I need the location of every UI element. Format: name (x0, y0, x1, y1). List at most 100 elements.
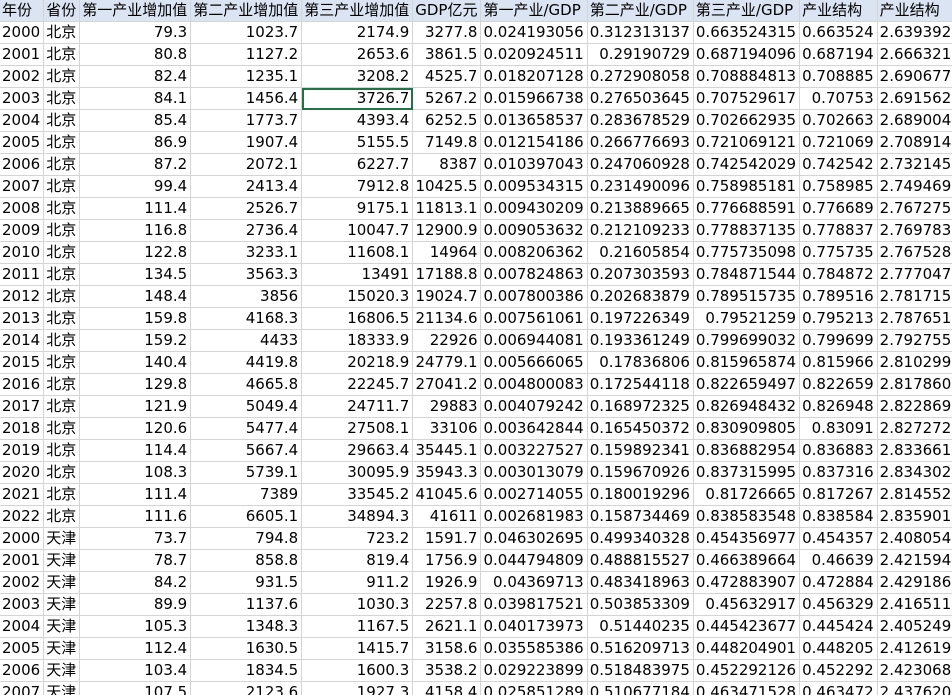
grid-cell[interactable]: 4168.3 (190, 307, 303, 330)
grid-cell[interactable]: 天津 (43, 615, 81, 638)
grid-cell[interactable]: 0.826948 (799, 395, 878, 418)
grid-cell[interactable]: 0.663524315 (693, 21, 801, 44)
grid-cell[interactable]: 3233.1 (190, 241, 303, 264)
grid-cell[interactable]: 2007 (0, 681, 45, 695)
grid-cell[interactable]: 120.6 (79, 417, 192, 440)
grid-cell[interactable]: 2010 (0, 241, 45, 264)
grid-cell[interactable]: 122.8 (79, 241, 192, 264)
grid-cell[interactable]: 2736.4 (190, 219, 303, 242)
grid-cell[interactable]: 2004 (0, 615, 45, 638)
grid-cell[interactable]: 2002 (0, 65, 45, 88)
grid-cell[interactable]: 2.833661 (877, 439, 952, 462)
grid-cell[interactable]: 116.8 (79, 219, 192, 242)
grid-cell[interactable]: 0.499340328 (587, 527, 694, 550)
grid-cell[interactable]: 111.6 (79, 505, 192, 528)
grid-cell[interactable]: 0.024193056 (480, 21, 588, 44)
grid-cell[interactable]: 33106 (412, 417, 482, 440)
grid-cell[interactable]: 0.213889665 (587, 197, 694, 220)
grid-cell[interactable]: 2008 (0, 197, 45, 220)
grid-cell[interactable]: 14964 (412, 241, 482, 264)
grid-cell[interactable]: 105.3 (79, 615, 192, 638)
grid-cell[interactable]: 0.822659 (799, 373, 878, 396)
grid-cell[interactable]: 天津 (43, 571, 81, 594)
grid-cell[interactable]: 天津 (43, 549, 81, 572)
grid-cell[interactable]: 29883 (412, 395, 482, 418)
grid-cell[interactable]: 2.405249 (877, 615, 952, 638)
grid-cell[interactable]: 3277.8 (412, 21, 482, 44)
grid-cell[interactable]: 2006 (0, 153, 45, 176)
grid-cell[interactable]: 35943.3 (412, 461, 482, 484)
grid-cell[interactable]: 0.463471528 (693, 681, 801, 695)
grid-cell[interactable]: 140.4 (79, 351, 192, 374)
grid-cell[interactable]: 20218.9 (301, 351, 414, 374)
grid-cell[interactable]: 0.721069 (799, 131, 878, 154)
grid-cell[interactable]: 0.758985 (799, 175, 878, 198)
grid-cell[interactable]: 6227.7 (301, 153, 414, 176)
grid-cell[interactable]: 2.666321 (877, 43, 952, 66)
grid-cell[interactable]: 19024.7 (412, 285, 482, 308)
grid-cell[interactable]: 27508.1 (301, 417, 414, 440)
grid-cell[interactable]: 0.83091 (799, 417, 878, 440)
grid-cell[interactable]: 129.8 (79, 373, 192, 396)
grid-cell[interactable]: 4525.7 (412, 65, 482, 88)
grid-cell[interactable]: 北京 (43, 43, 81, 66)
grid-cell[interactable]: 3856 (190, 285, 303, 308)
grid-cell[interactable]: 1456.4 (190, 87, 303, 110)
grid-cell[interactable]: 0.013658537 (480, 109, 588, 132)
grid-cell[interactable]: 0.822659497 (693, 373, 801, 396)
grid-cell[interactable]: 86.9 (79, 131, 192, 154)
grid-cell[interactable]: 2020 (0, 461, 45, 484)
grid-cell[interactable]: 2018 (0, 417, 45, 440)
grid-cell[interactable]: 0.454356977 (693, 527, 801, 550)
grid-cell[interactable]: 2.689004 (877, 109, 952, 132)
header-cell[interactable]: 省份 (43, 0, 81, 22)
grid-cell[interactable]: 北京 (43, 439, 81, 462)
grid-cell[interactable]: 41611 (412, 505, 482, 528)
grid-cell[interactable]: 0.466389664 (693, 549, 801, 572)
grid-cell[interactable]: 2005 (0, 131, 45, 154)
grid-cell[interactable]: 3538.2 (412, 659, 482, 682)
grid-cell[interactable]: 2001 (0, 549, 45, 572)
grid-cell[interactable]: 0.247060928 (587, 153, 694, 176)
grid-cell[interactable]: 0.456329 (799, 593, 878, 616)
grid-cell[interactable]: 0.044794809 (480, 549, 588, 572)
grid-cell[interactable]: 0.168972325 (587, 395, 694, 418)
grid-cell[interactable]: 2.769783 (877, 219, 952, 242)
grid-cell[interactable]: 73.7 (79, 527, 192, 550)
grid-cell[interactable]: 0.006944081 (480, 329, 588, 352)
grid-cell[interactable]: 5155.5 (301, 131, 414, 154)
grid-cell[interactable]: 北京 (43, 307, 81, 330)
grid-cell[interactable]: 1235.1 (190, 65, 303, 88)
header-cell[interactable]: 第三产业增加值 (301, 0, 414, 22)
grid-cell[interactable]: 1926.9 (412, 571, 482, 594)
grid-cell[interactable]: 北京 (43, 197, 81, 220)
grid-cell[interactable]: 41045.6 (412, 483, 482, 506)
grid-cell[interactable]: 2.437620 (877, 681, 952, 695)
grid-cell[interactable]: 0.039817521 (480, 593, 588, 616)
grid-cell[interactable]: 1127.2 (190, 43, 303, 66)
grid-cell[interactable]: 北京 (43, 395, 81, 418)
grid-cell[interactable]: 0.180019296 (587, 483, 694, 506)
grid-cell[interactable]: 0.272908058 (587, 65, 694, 88)
grid-cell[interactable]: 0.789516 (799, 285, 878, 308)
grid-cell[interactable]: 21134.6 (412, 307, 482, 330)
grid-cell[interactable]: 6605.1 (190, 505, 303, 528)
grid-cell[interactable]: 0.158734469 (587, 505, 694, 528)
grid-cell[interactable]: 2.835901 (877, 505, 952, 528)
grid-cell[interactable]: 2015 (0, 351, 45, 374)
grid-cell[interactable]: 2072.1 (190, 153, 303, 176)
grid-cell[interactable]: 0.212109233 (587, 219, 694, 242)
grid-cell[interactable]: 134.5 (79, 263, 192, 286)
grid-cell[interactable]: 3563.3 (190, 263, 303, 286)
grid-cell[interactable]: 6252.5 (412, 109, 482, 132)
grid-cell[interactable]: 148.4 (79, 285, 192, 308)
grid-cell[interactable]: 0.012154186 (480, 131, 588, 154)
grid-cell[interactable]: 0.483418963 (587, 571, 694, 594)
grid-cell[interactable]: 2.792755 (877, 329, 952, 352)
grid-cell[interactable]: 0.837316 (799, 461, 878, 484)
grid-cell[interactable]: 2004 (0, 109, 45, 132)
grid-cell[interactable]: 2000 (0, 21, 45, 44)
grid-cell[interactable]: 0.008206362 (480, 241, 588, 264)
grid-cell[interactable]: 5049.4 (190, 395, 303, 418)
grid-cell[interactable]: 1600.3 (301, 659, 414, 682)
